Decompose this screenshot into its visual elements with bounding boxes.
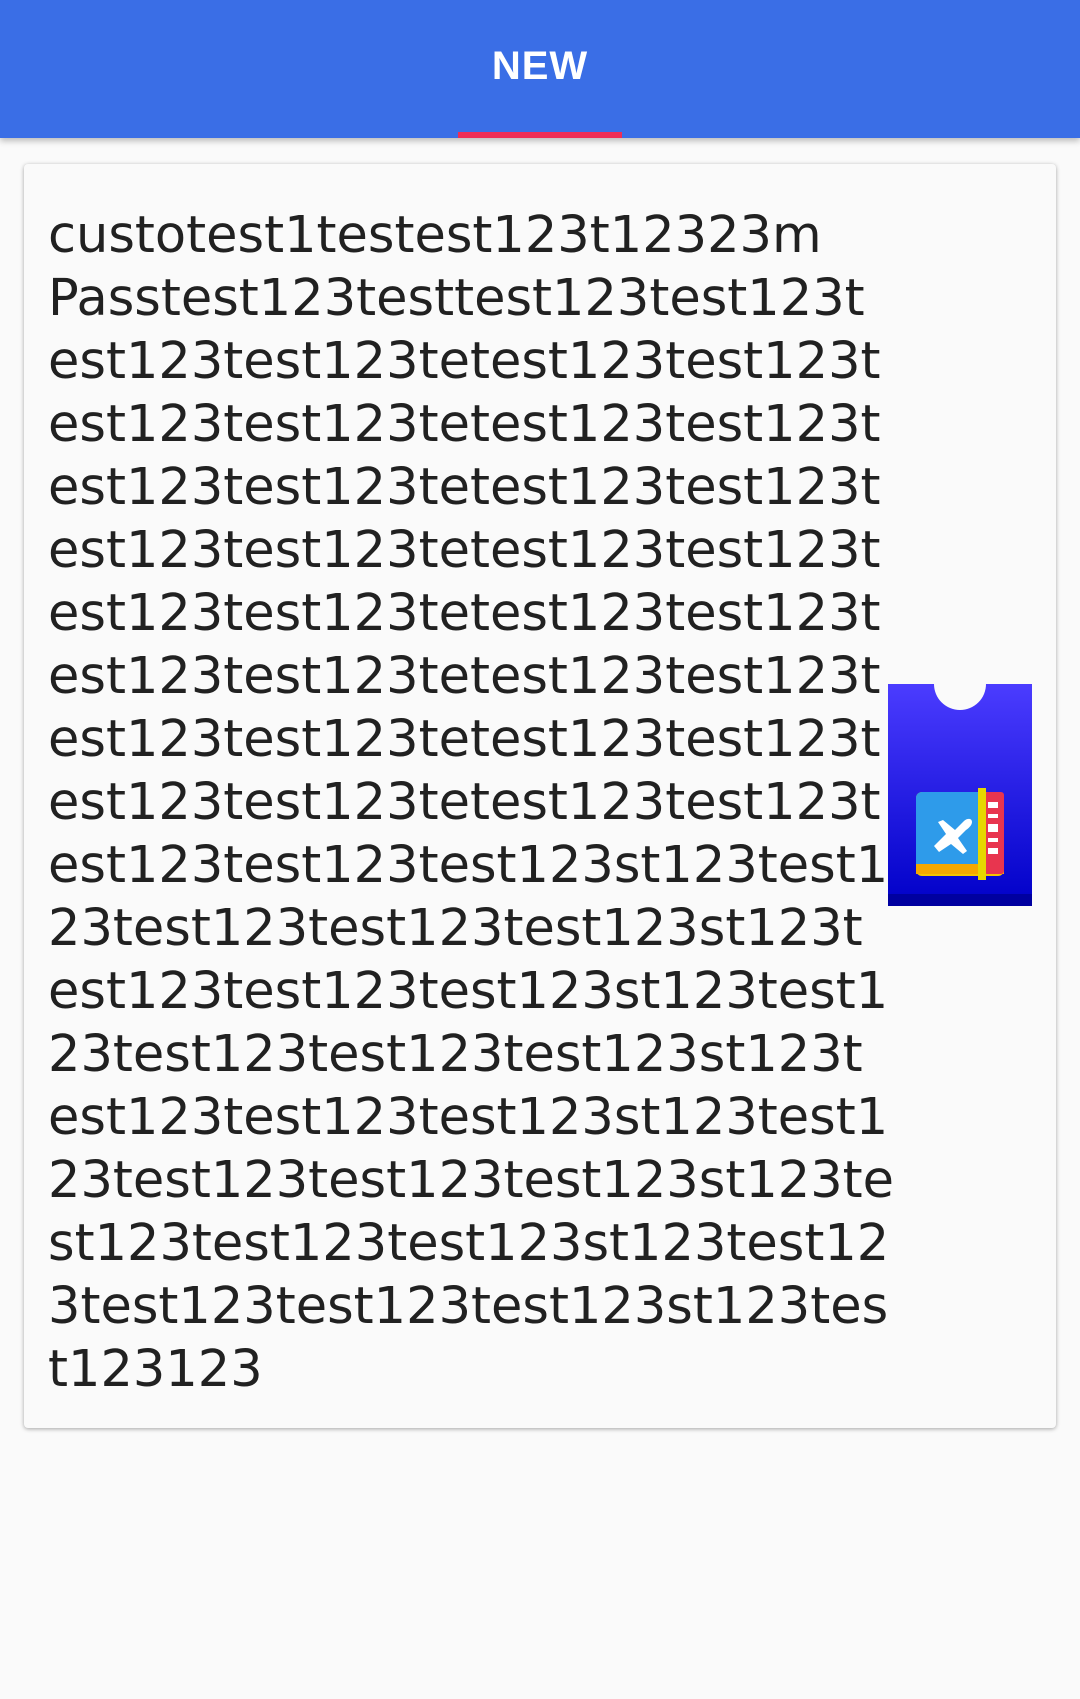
pass-card[interactable]: custotest1testest123t12323m Passtest123t… bbox=[24, 164, 1056, 1428]
tab-new[interactable]: NEW bbox=[458, 0, 622, 138]
boarding-pass-ticket-icon bbox=[888, 684, 1032, 906]
pass-card-text: custotest1testest123t12323m Passtest123t… bbox=[48, 206, 895, 1399]
app-bar: NEW bbox=[0, 0, 1080, 138]
tab-selected-indicator bbox=[458, 132, 622, 138]
tab-new-label: NEW bbox=[491, 43, 589, 88]
